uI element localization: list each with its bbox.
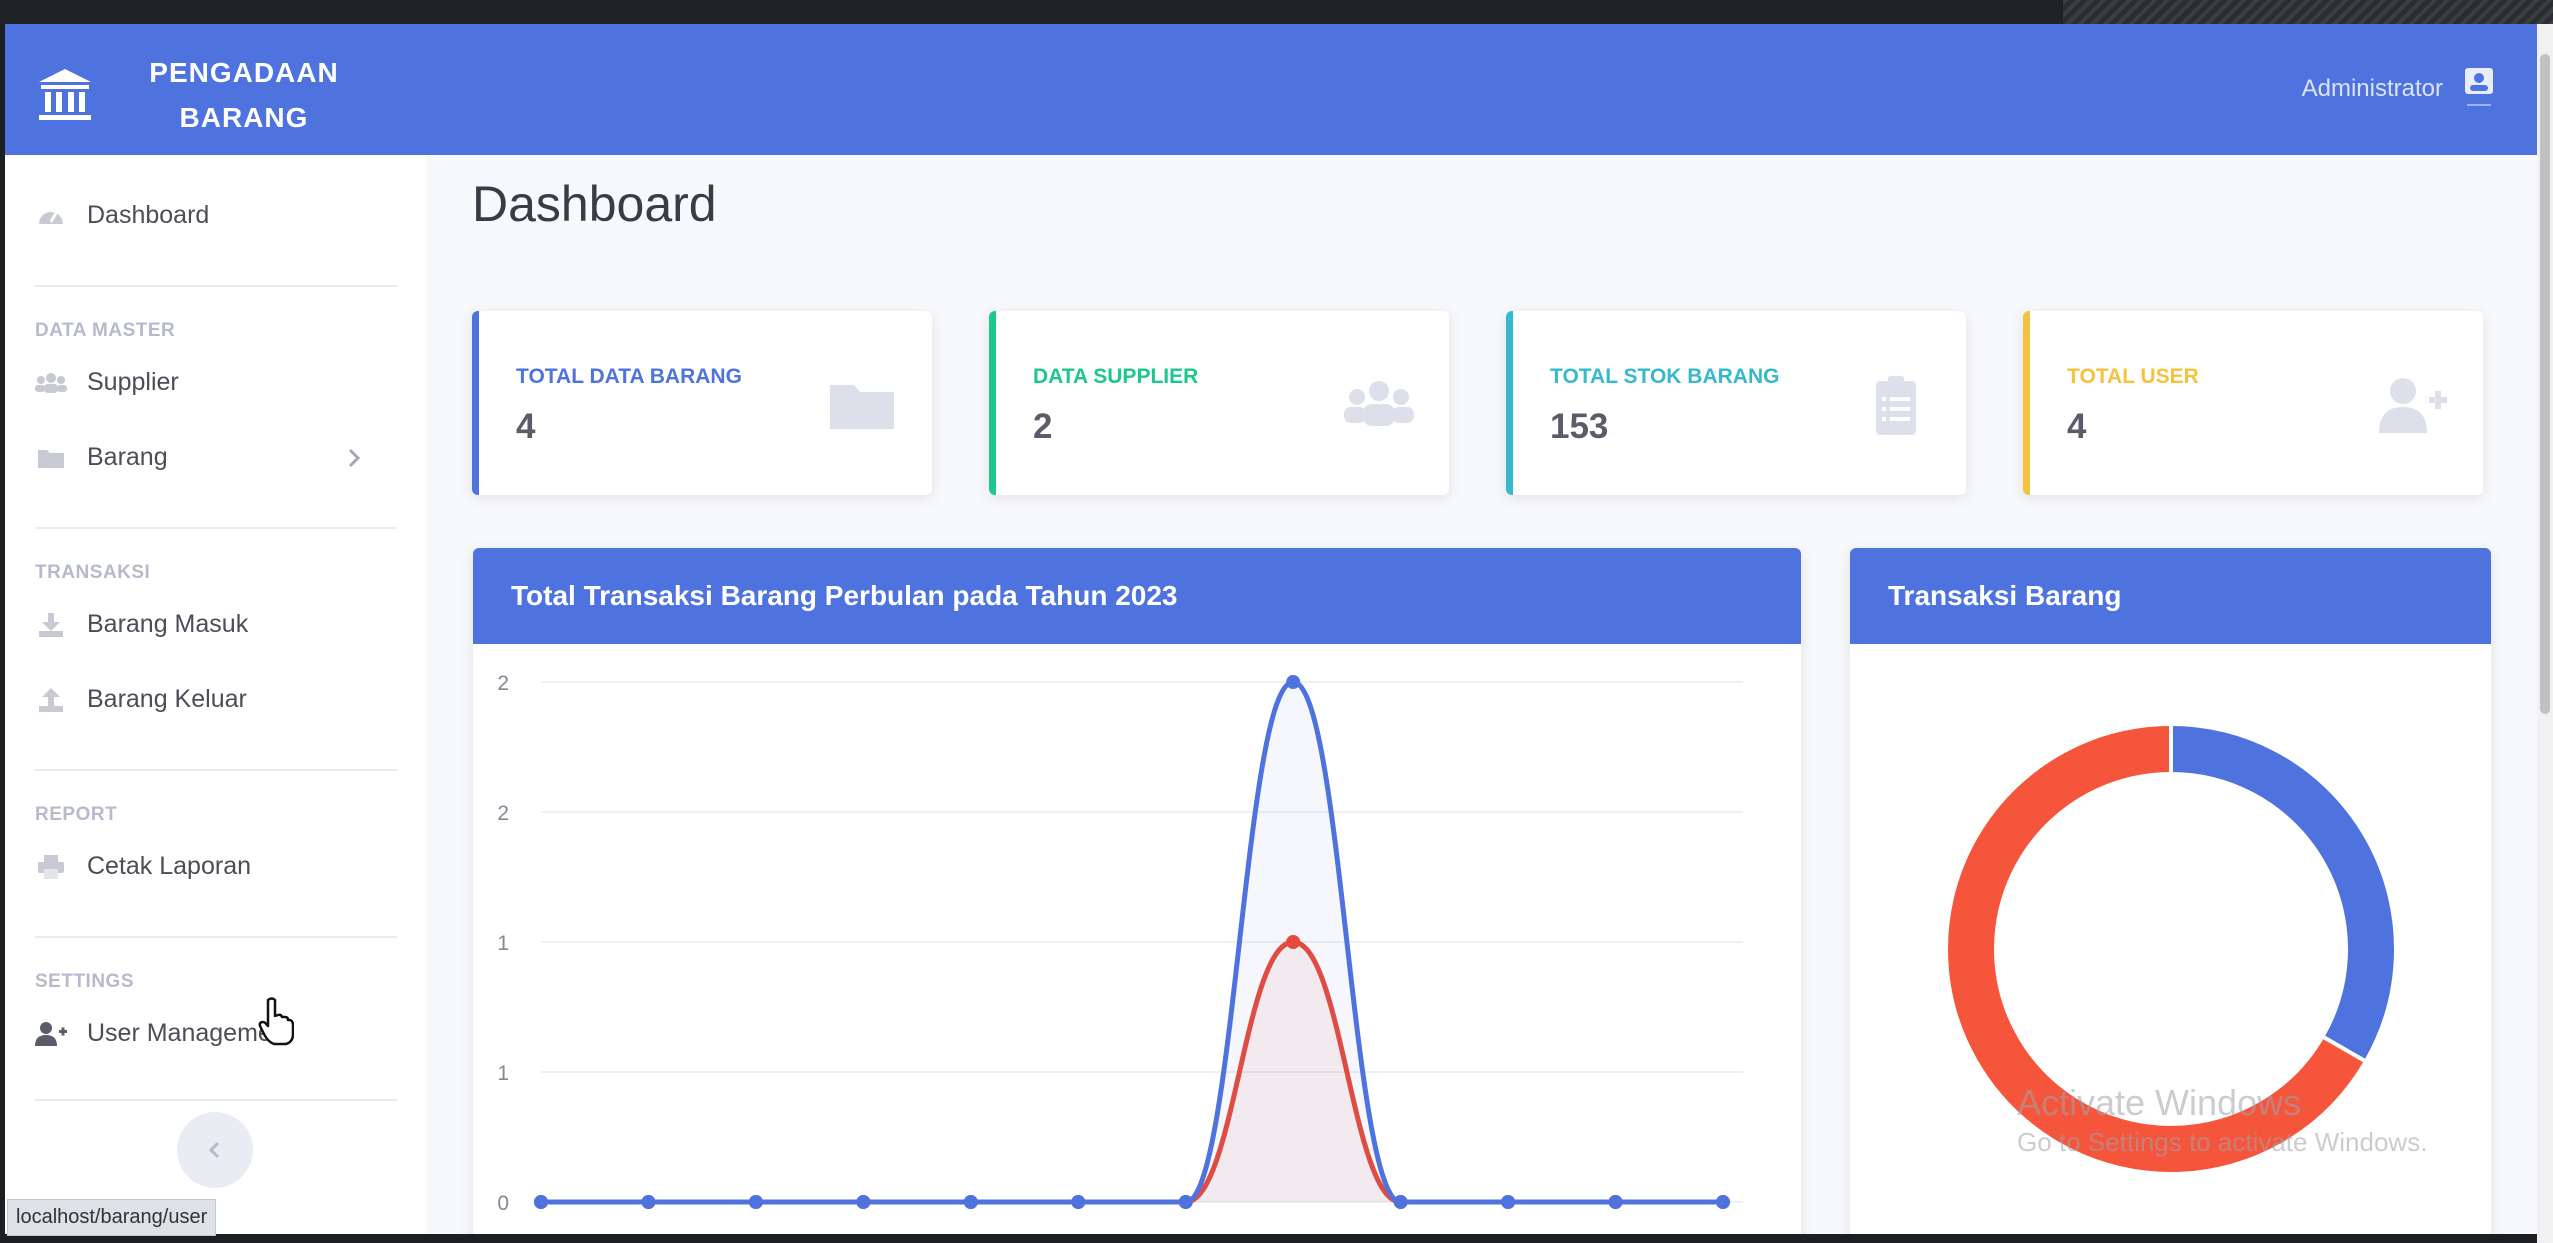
data-point[interactable]	[748, 1195, 763, 1209]
section-heading-report: REPORT	[35, 804, 118, 825]
hand-cursor-icon	[258, 997, 294, 1046]
app-window: PENGADAAN BARANG Administrator Dashboard…	[5, 24, 2537, 1234]
data-point[interactable]	[1178, 1195, 1193, 1209]
windows-activation-watermark: Activate Windows	[2017, 1082, 2302, 1123]
user-plus-icon	[2379, 378, 2447, 433]
section-heading-master: DATA MASTER	[35, 320, 176, 341]
data-point[interactable]	[1071, 1195, 1086, 1209]
section-heading-settings: SETTINGS	[35, 971, 135, 992]
sidebar-item-dashboard[interactable]: Dashboard	[35, 201, 209, 230]
data-point[interactable]	[1716, 1195, 1730, 1209]
chevron-right-icon	[348, 448, 361, 468]
page-title: Dashboard	[472, 176, 717, 232]
card-data-supplier: DATA SUPPLIER 2	[989, 311, 1449, 495]
section-heading-transaksi: TRANSAKSI	[35, 562, 151, 583]
donut-chart-title: Transaksi Barang	[1850, 548, 2491, 644]
card-total-user: TOTAL USER 4	[2023, 311, 2483, 495]
sidebar-item-label: Barang Masuk	[87, 610, 249, 638]
card-label: TOTAL STOK BARANG	[1550, 365, 1780, 388]
sidebar-item-cetak-laporan[interactable]: Cetak Laporan	[35, 852, 251, 881]
user-name: Administrator	[2301, 75, 2443, 102]
sidebar-item-label: Dashboard	[87, 201, 210, 229]
sidebar-item-label: Cetak Laporan	[87, 852, 252, 880]
download-icon	[35, 611, 67, 639]
sidebar-item-supplier[interactable]: Supplier	[35, 368, 179, 397]
card-accent	[472, 311, 479, 495]
card-value: 153	[1550, 407, 1609, 446]
card-accent	[1506, 311, 1513, 495]
windows-activation-hint: Go to Settings to activate Windows.	[2017, 1127, 2428, 1157]
print-icon	[35, 853, 67, 881]
window-controls-area	[2063, 0, 2553, 24]
y-tick-label: 1	[497, 1062, 509, 1085]
avatar	[2465, 68, 2493, 106]
brand-line-2: BARANG	[179, 102, 309, 133]
gauge-icon	[35, 202, 67, 230]
data-point[interactable]	[1393, 1195, 1408, 1209]
y-tick-label: 1	[497, 932, 509, 955]
sidebar-item-user-management[interactable]: User Management	[35, 1019, 293, 1048]
data-point[interactable]	[1608, 1195, 1623, 1209]
scrollbar[interactable]	[2537, 24, 2553, 1243]
card-total-data-barang: TOTAL DATA BARANG 4	[472, 311, 932, 495]
card-accent	[989, 311, 996, 495]
y-tick-label: 2	[497, 802, 509, 825]
brand-line-1: PENGADAAN	[149, 57, 339, 88]
sidebar-item-label: Supplier	[87, 368, 179, 396]
sidebar-item-label: Barang	[87, 443, 168, 471]
card-label: DATA SUPPLIER	[1033, 365, 1199, 388]
card-label: TOTAL USER	[2067, 365, 2199, 388]
data-point[interactable]	[641, 1195, 656, 1209]
sidebar-divider	[35, 769, 397, 771]
sidebar-divider	[35, 527, 397, 529]
scrollbar-thumb[interactable]	[2540, 54, 2550, 714]
sidebar-item-barang[interactable]: Barang	[35, 443, 397, 472]
sidebar-divider	[35, 1099, 397, 1101]
line-chart-title: Total Transaksi Barang Perbulan pada Tah…	[473, 548, 1801, 644]
sidebar-item-barang-keluar[interactable]: Barang Keluar	[35, 685, 247, 714]
brand-title: PENGADAAN BARANG	[139, 50, 349, 140]
sidebar-item-barang-masuk[interactable]: Barang Masuk	[35, 610, 248, 639]
data-point[interactable]	[1286, 675, 1301, 689]
card-label: TOTAL DATA BARANG	[516, 365, 742, 388]
users-icon	[1344, 381, 1414, 426]
brand[interactable]: PENGADAAN BARANG	[35, 50, 349, 140]
sidebar: Dashboard DATA MASTER Supplier Barang TR…	[5, 155, 426, 1234]
data-point[interactable]	[963, 1195, 978, 1209]
y-tick-label: 2	[497, 672, 509, 695]
sidebar-divider	[35, 285, 397, 287]
card-value: 4	[516, 407, 536, 446]
card-value: 4	[2067, 407, 2087, 446]
card-accent	[2023, 311, 2030, 495]
line-chart: 2 2 1 1 0	[497, 672, 1743, 1215]
upload-icon	[35, 686, 67, 714]
browser-top-strip	[0, 0, 2553, 24]
donut-slice[interactable]	[2170, 726, 2394, 1061]
line-chart-panel: Total Transaksi Barang Perbulan pada Tah…	[473, 548, 1801, 1234]
topbar: PENGADAAN BARANG Administrator	[5, 24, 2537, 155]
institution-icon	[39, 69, 91, 120]
sidebar-divider	[35, 936, 397, 938]
status-bar-url: localhost/barang/user	[7, 1199, 217, 1236]
data-point[interactable]	[856, 1195, 871, 1209]
folder-icon	[830, 385, 894, 429]
user-menu[interactable]: Administrator	[2302, 66, 2497, 112]
data-point[interactable]	[1501, 1195, 1516, 1209]
y-tick-label: 0	[497, 1192, 509, 1215]
clipboard-icon	[1876, 376, 1916, 435]
data-point[interactable]	[534, 1195, 548, 1209]
sidebar-toggle-button[interactable]	[177, 1112, 253, 1188]
sidebar-item-label: Barang Keluar	[87, 685, 247, 713]
card-value: 2	[1033, 407, 1053, 446]
folder-icon	[35, 444, 67, 472]
card-total-stok-barang: TOTAL STOK BARANG 153	[1506, 311, 1966, 495]
data-point[interactable]	[1286, 935, 1301, 949]
user-plus-icon	[35, 1020, 67, 1048]
chevron-left-icon	[208, 1141, 220, 1159]
users-icon	[35, 369, 67, 397]
